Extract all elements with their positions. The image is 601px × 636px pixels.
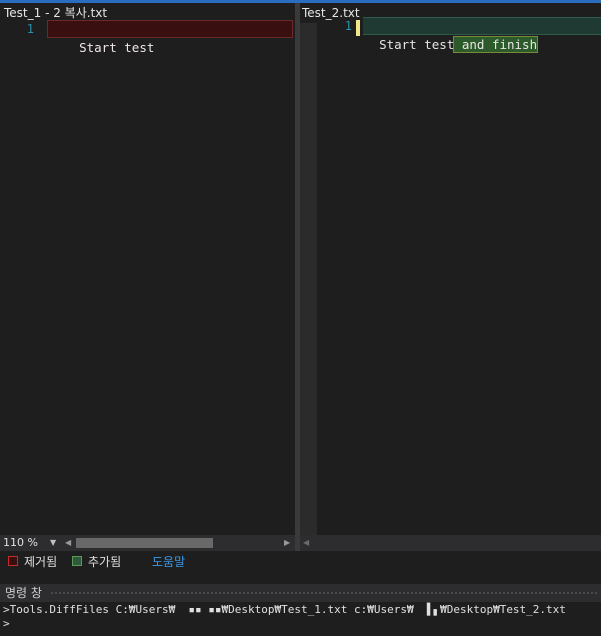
left-horizontal-scrollbar[interactable]: 110 % ▼ ◀ ▶ xyxy=(0,535,295,551)
left-file-title: Test_1 - 2 복사.txt xyxy=(4,6,108,20)
header-grip xyxy=(50,591,598,595)
legend-added-label: 추가됨 xyxy=(88,555,122,569)
left-removed-line[interactable]: Start test xyxy=(47,20,293,55)
command-window-body[interactable]: >Tools.DiffFiles C:₩Users₩ ▪▪ ▪▪₩Desktop… xyxy=(0,602,601,636)
help-link[interactable]: 도움말 xyxy=(152,554,185,570)
command-window-header[interactable]: 명령 창 xyxy=(0,584,601,602)
right-margin-strip xyxy=(300,23,317,535)
right-line-number: 1 xyxy=(344,19,352,33)
left-line-text: Start test xyxy=(79,40,155,55)
added-swatch-icon xyxy=(72,556,82,566)
command-prompt[interactable]: > xyxy=(3,617,10,631)
right-horizontal-scrollbar[interactable]: ◀ xyxy=(300,535,601,551)
change-marker xyxy=(356,20,360,36)
zoom-level[interactable]: 110 % xyxy=(3,535,38,551)
scroll-right-icon[interactable]: ▶ xyxy=(284,535,290,551)
right-line-added-text: and finish xyxy=(453,36,539,53)
command-window-title: 명령 창 xyxy=(5,586,42,600)
command-history-line: >Tools.DiffFiles C:₩Users₩ ▪▪ ▪▪₩Desktop… xyxy=(3,603,566,616)
legend-removed-label: 제거됨 xyxy=(24,555,58,569)
scroll-thumb[interactable] xyxy=(76,538,213,548)
left-line-number: 1 xyxy=(26,22,34,36)
diff-legend: 제거됨 추가됨 도움말 xyxy=(0,551,601,573)
left-diff-pane[interactable]: Test_1 - 2 복사.txt 1 Start test xyxy=(0,3,295,535)
removed-swatch-icon xyxy=(8,556,18,566)
zoom-dropdown-icon[interactable]: ▼ xyxy=(50,535,56,551)
right-scroll-left-icon[interactable]: ◀ xyxy=(303,535,309,551)
scroll-left-icon[interactable]: ◀ xyxy=(65,535,71,551)
right-line-common-text: Start test xyxy=(379,37,455,52)
right-diff-pane[interactable]: Test_2.txt xyxy=(300,3,601,535)
right-added-line[interactable]: Start test and finish xyxy=(363,17,601,53)
